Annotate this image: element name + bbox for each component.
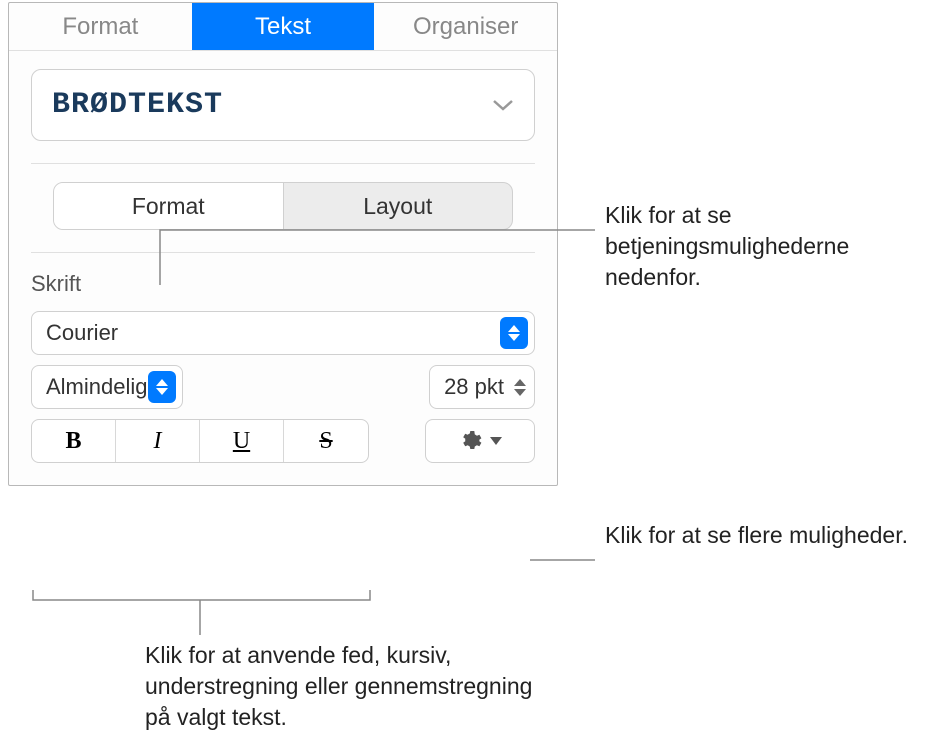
- chevron-down-icon: [492, 98, 514, 112]
- divider: [31, 163, 535, 164]
- tab-format[interactable]: Format: [9, 3, 192, 50]
- bold-button[interactable]: B: [32, 420, 116, 462]
- tab-text[interactable]: Tekst: [192, 3, 375, 50]
- stepper-arrows-icon: [514, 379, 526, 396]
- paragraph-style-popup[interactable]: BRØDTEKST: [31, 69, 535, 141]
- callout-text-styles: Klik for at anvende fed, kursiv, underst…: [145, 640, 545, 733]
- font-size-value: 28 pkt: [444, 374, 504, 400]
- italic-button[interactable]: I: [116, 420, 200, 462]
- typeface-value: Almindelig: [46, 374, 148, 400]
- font-section-heading: Skrift: [31, 271, 535, 297]
- typeface-popup[interactable]: Almindelig: [31, 365, 183, 409]
- gear-icon: [458, 429, 482, 453]
- underline-button[interactable]: U: [200, 420, 284, 462]
- paragraph-style-label: BRØDTEKST: [52, 88, 223, 122]
- inspector-tab-bar: Format Tekst Organiser: [9, 3, 557, 51]
- format-layout-segmented: Format Layout: [53, 182, 513, 230]
- callout-format-controls: Klik for at se betjeningsmulighederne ne…: [605, 200, 925, 293]
- up-down-arrows-icon: [500, 317, 528, 349]
- inspector-panel: Format Tekst Organiser BRØDTEKST Format …: [8, 2, 558, 486]
- text-style-button-group: B I U S: [31, 419, 369, 463]
- strikethrough-button[interactable]: S: [284, 420, 368, 462]
- advanced-options-button[interactable]: [425, 419, 535, 463]
- font-size-stepper[interactable]: 28 pkt: [429, 365, 535, 409]
- font-family-value: Courier: [46, 320, 118, 346]
- segment-layout[interactable]: Layout: [284, 183, 513, 229]
- divider: [31, 252, 535, 253]
- segment-format[interactable]: Format: [54, 183, 284, 229]
- font-family-popup[interactable]: Courier: [31, 311, 535, 355]
- tab-organize[interactable]: Organiser: [374, 3, 557, 50]
- callout-more-options: Klik for at se flere muligheder.: [605, 520, 925, 551]
- up-down-arrows-icon: [148, 371, 176, 403]
- chevron-down-icon: [490, 437, 502, 445]
